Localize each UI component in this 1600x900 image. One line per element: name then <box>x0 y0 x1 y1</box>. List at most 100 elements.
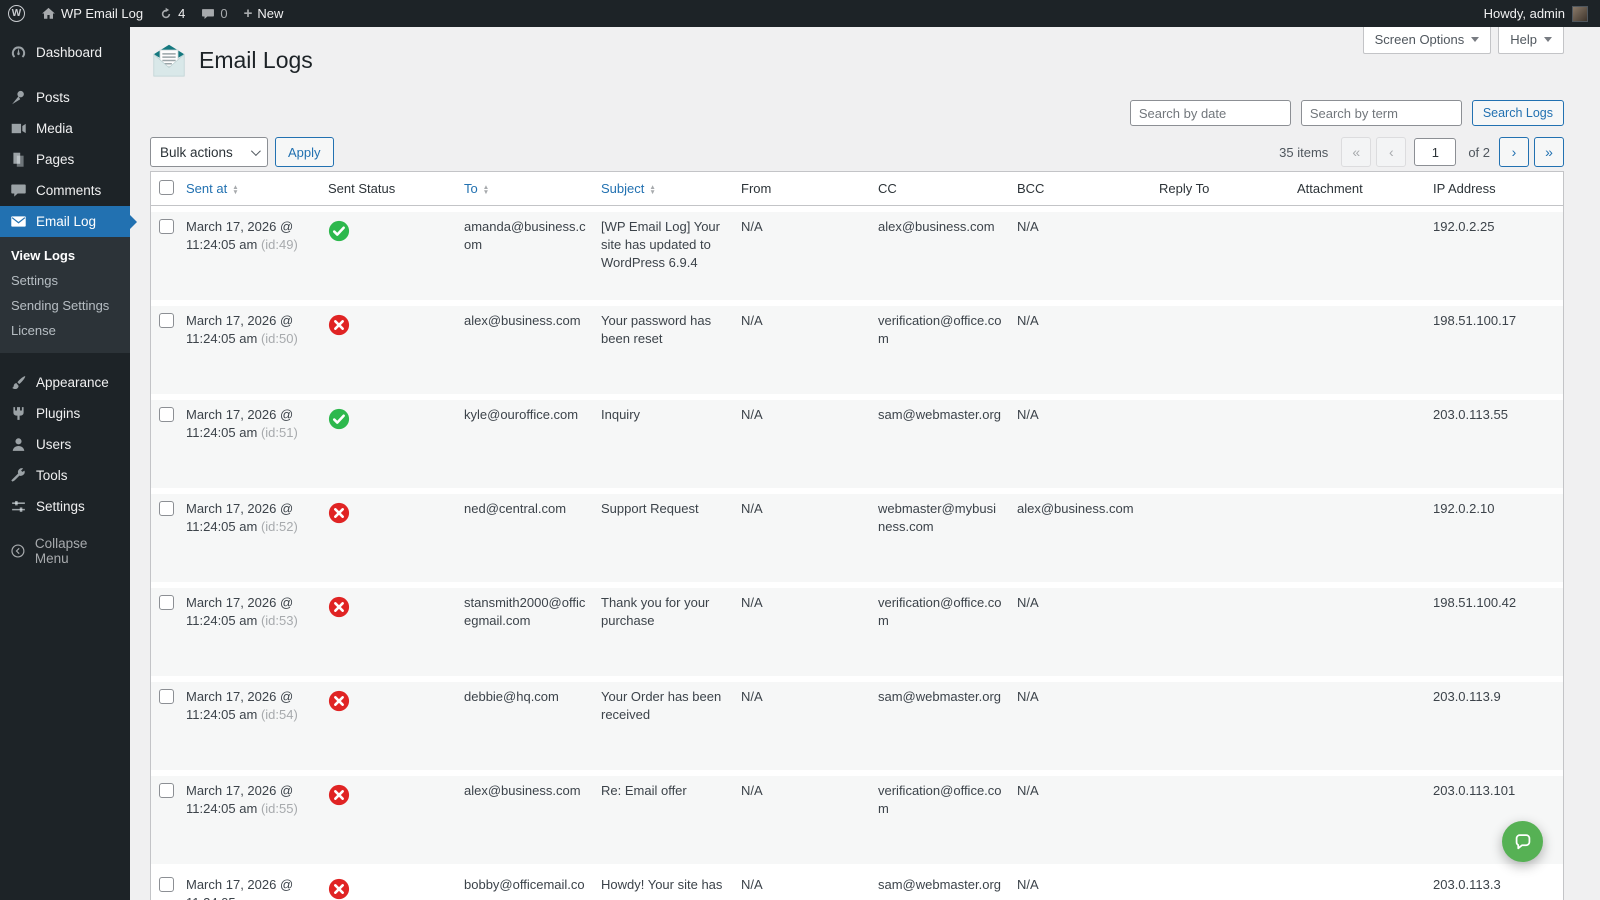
sidebar-item-tools[interactable]: Tools <box>0 460 130 491</box>
row-checkbox[interactable] <box>159 313 174 328</box>
fail-cross-icon <box>328 314 350 341</box>
submenu-item-view-logs[interactable]: View Logs <box>0 243 130 268</box>
row-checkbox[interactable] <box>159 595 174 610</box>
from-cell: N/A <box>741 300 878 394</box>
sent-date: March 17, 2026 @ <box>186 312 314 330</box>
search-logs-button[interactable]: Search Logs <box>1472 100 1564 126</box>
row-checkbox[interactable] <box>159 501 174 516</box>
media-icon <box>10 120 27 137</box>
sidebar-item-media[interactable]: Media <box>0 113 130 144</box>
sidebar-item-pages[interactable]: Pages <box>0 144 130 175</box>
submenu-item-settings[interactable]: Settings <box>0 268 130 293</box>
log-id: (id:52) <box>261 519 298 534</box>
log-row: March 17, 2026 @ 11:24:05 am (id:52) ned… <box>151 488 1563 582</box>
row-checkbox[interactable] <box>159 407 174 422</box>
sidebar-item-users[interactable]: Users <box>0 429 130 460</box>
submenu-item-sending-settings[interactable]: Sending Settings <box>0 293 130 318</box>
from-cell: N/A <box>741 676 878 770</box>
current-page-input[interactable] <box>1414 138 1456 166</box>
new-label: New <box>257 6 283 21</box>
attachment-cell <box>1297 300 1433 394</box>
next-page-button[interactable]: › <box>1499 137 1529 167</box>
wordpress-logo-menu[interactable]: W <box>0 0 33 27</box>
sidebar-item-label: Dashboard <box>36 45 102 60</box>
bulk-actions-value: Bulk actions <box>160 145 233 160</box>
updates-menu[interactable]: 4 <box>151 0 193 27</box>
reply-to-cell <box>1159 394 1297 488</box>
row-checkbox[interactable] <box>159 877 174 892</box>
sidebar-item-dashboard[interactable]: Dashboard <box>0 37 130 68</box>
subject-cell: Support Request <box>601 488 741 582</box>
ip-address-cell: 198.51.100.42 <box>1433 582 1563 676</box>
plug-icon <box>10 405 27 422</box>
sent-at-cell: March 17, 2026 @ 11:24:05 am (id:53) <box>186 582 328 676</box>
reply-to-cell <box>1159 582 1297 676</box>
bulk-actions-select[interactable]: Bulk actions <box>150 137 268 167</box>
help-button[interactable]: Help <box>1498 27 1564 54</box>
log-row: March 17, 2026 @ 11:24:05 am (id:50) ale… <box>151 300 1563 394</box>
select-all-checkbox[interactable] <box>159 180 174 195</box>
to-cell: alex@business.com <box>464 300 601 394</box>
header-ip-address: IP Address <box>1433 172 1563 206</box>
last-page-button[interactable]: » <box>1534 137 1564 167</box>
sent-at-cell: March 17, 2026 @ 11:24:05 am (id:51) <box>186 394 328 488</box>
new-content-menu[interactable]: + New <box>236 0 292 27</box>
search-by-term-input[interactable] <box>1301 100 1462 126</box>
sent-at-cell: March 17, 2026 @ 11:24:05 am (id:54) <box>186 676 328 770</box>
sent-status-cell <box>328 864 464 900</box>
header-sent-at[interactable]: Sent at▲▼ <box>186 172 328 206</box>
avatar <box>1572 6 1588 22</box>
search-by-date-input[interactable] <box>1130 100 1291 126</box>
row-checkbox[interactable] <box>159 219 174 234</box>
sidebar-item-appearance[interactable]: Appearance <box>0 367 130 398</box>
collapse-menu-button[interactable]: Collapse Menu <box>0 528 130 574</box>
sent-status-cell <box>328 676 464 770</box>
howdy-text: Howdy, admin <box>1484 6 1565 21</box>
bcc-cell: N/A <box>1017 394 1159 488</box>
sidebar-item-plugins[interactable]: Plugins <box>0 398 130 429</box>
reply-to-cell <box>1159 300 1297 394</box>
subject-cell: Your Order has been received <box>601 676 741 770</box>
cc-cell: webmaster@mybusiness.com <box>878 488 1017 582</box>
sidebar-item-email-log[interactable]: Email Log <box>0 206 130 237</box>
comments-menu[interactable]: 0 <box>193 0 235 27</box>
subject-cell: Inquiry <box>601 394 741 488</box>
header-cc: CC <box>878 172 1017 206</box>
ip-address-cell: 203.0.113.3 <box>1433 864 1563 900</box>
sidebar-item-settings[interactable]: Settings <box>0 491 130 522</box>
help-beacon-button[interactable] <box>1502 821 1543 862</box>
pages-icon <box>10 151 27 168</box>
screen-options-button[interactable]: Screen Options <box>1363 27 1492 54</box>
reply-to-cell <box>1159 864 1297 900</box>
subject-cell: Re: Email offer <box>601 770 741 864</box>
header-to[interactable]: To▲▼ <box>464 172 601 206</box>
sent-at-cell: March 17, 2026 @ 11:24:05 am (id:52) <box>186 488 328 582</box>
attachment-cell <box>1297 864 1433 900</box>
sidebar-item-comments[interactable]: Comments <box>0 175 130 206</box>
row-checkbox[interactable] <box>159 783 174 798</box>
comments-count: 0 <box>220 6 227 21</box>
sent-status-cell <box>328 394 464 488</box>
row-select-cell <box>151 770 186 864</box>
my-account-menu[interactable]: Howdy, admin <box>1476 0 1600 27</box>
previous-page-button: ‹ <box>1376 137 1406 167</box>
cc-cell: sam@webmaster.org <box>878 676 1017 770</box>
subject-cell: Thank you for your purchase <box>601 582 741 676</box>
email-logs-logo-icon <box>150 41 188 79</box>
row-select-cell <box>151 300 186 394</box>
sidebar-item-label: Users <box>36 437 71 452</box>
site-name-menu[interactable]: WP Email Log <box>33 0 151 27</box>
submenu-item-license[interactable]: License <box>0 318 130 343</box>
apply-button[interactable]: Apply <box>275 137 334 167</box>
header-subject[interactable]: Subject▲▼ <box>601 172 741 206</box>
sent-date: March 17, 2026 @ <box>186 406 314 424</box>
updates-icon <box>159 7 173 21</box>
to-cell: stansmith2000@officegmail.com <box>464 582 601 676</box>
row-checkbox[interactable] <box>159 689 174 704</box>
sent-date: March 17, 2026 @ <box>186 782 314 800</box>
row-select-cell <box>151 864 186 900</box>
sidebar-item-posts[interactable]: Posts <box>0 82 130 113</box>
attachment-cell <box>1297 676 1433 770</box>
sidebar-item-label: Media <box>36 121 73 136</box>
bcc-cell: N/A <box>1017 300 1159 394</box>
